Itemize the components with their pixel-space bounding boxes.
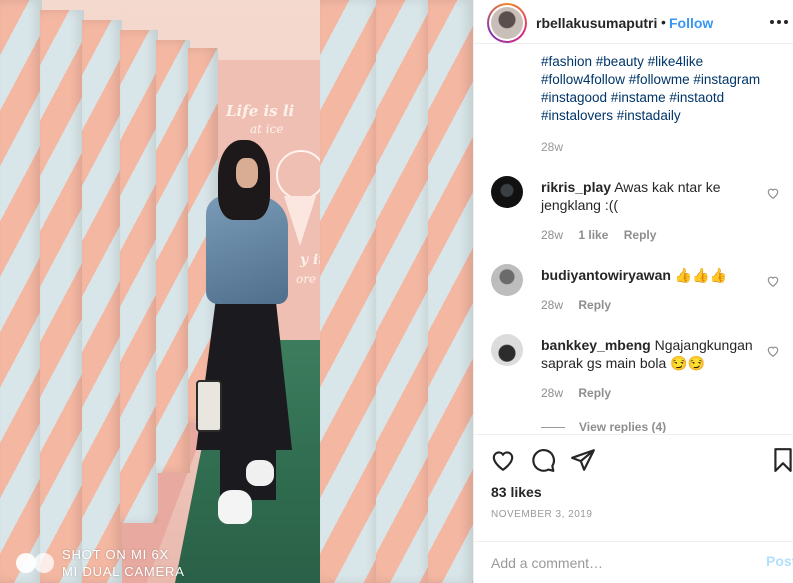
watermark-line: SHOT ON MI 6X [62,547,169,562]
striped-column [428,0,473,583]
commenter-avatar[interactable] [491,176,523,208]
avatar[interactable] [489,5,525,41]
striped-column [320,0,380,583]
striped-column [120,30,158,523]
caption-timestamp[interactable]: 28w [541,140,563,154]
reply-button[interactable]: Reply [578,298,611,312]
comment-timestamp[interactable]: 28w [541,386,563,400]
comment-timestamp[interactable]: 28w [541,298,563,312]
replies-divider [541,426,565,428]
post-photo[interactable]: Life is li at ice y it ore it SHOT ON MI… [0,0,473,583]
comment-like-icon[interactable] [766,274,780,288]
sneaker [218,490,252,524]
comment-meta: 28w 1 like Reply [541,228,668,242]
heart-icon[interactable] [490,447,516,473]
post-sidebar: rbellakusumaputri • Follow #fashion #bea… [473,0,793,583]
sneaker [246,460,274,486]
post-header: rbellakusumaputri • Follow [474,0,793,44]
wall-text: Life is li [226,102,295,120]
share-icon[interactable] [570,447,596,473]
commenter-avatar[interactable] [491,334,523,366]
hashtag-line[interactable]: #follow4follow #followme #instagram [541,71,781,89]
like-count[interactable]: 83 likes [491,484,542,500]
comment-like-icon[interactable] [766,186,780,200]
reply-button[interactable]: Reply [578,386,611,400]
person-face [236,158,258,188]
comment-likes[interactable]: 1 like [578,228,608,242]
comment-text: budiyantowiryawan 👍👍👍 [541,266,761,284]
commenter-avatar[interactable] [491,264,523,296]
add-comment-bar: Post [474,541,793,583]
caption-hashtags: #fashion #beauty #like4like #follow4foll… [541,53,781,125]
comment-meta: 28w Reply [541,298,623,312]
ice-cream-cone [284,196,316,246]
striped-column [82,20,122,583]
action-bar: 83 likes NOVEMBER 3, 2019 [474,434,793,541]
separator-dot: • [661,14,666,30]
camera-logo-icon [16,553,54,573]
comment-like-icon[interactable] [766,344,780,358]
striped-column [0,0,42,583]
comment-username[interactable]: bankkey_mbeng [541,337,651,353]
story-ring[interactable] [487,3,527,43]
striped-column [376,0,432,583]
comment-username[interactable]: rikris_play [541,179,611,195]
comment-username[interactable]: budiyantowiryawan [541,267,671,283]
comment-timestamp[interactable]: 28w [541,228,563,242]
striped-column [40,10,84,583]
follow-button[interactable]: Follow [669,15,713,31]
bookmark-icon[interactable] [770,447,793,473]
hashtag-line[interactable]: #fashion #beauty #like4like [541,53,781,71]
comment-text: rikris_play Awas kak ntar ke jengklang :… [541,178,761,214]
comment-input[interactable] [491,551,751,575]
ice-cream-scoop [276,150,326,200]
wall-text: at ice [250,122,284,136]
camera-watermark: SHOT ON MI 6X MI DUAL CAMERA [16,546,185,580]
more-options-icon[interactable] [769,12,789,32]
comment-icon[interactable] [530,447,556,473]
comments-list[interactable]: #fashion #beauty #like4like #follow4foll… [474,44,793,433]
handbag [196,380,222,432]
comment-body: 👍👍👍 [674,267,728,283]
post-date[interactable]: NOVEMBER 3, 2019 [491,509,592,520]
view-replies-label[interactable]: View replies (4) [579,420,666,433]
hashtag-line[interactable]: #instagood #instame #instaotd [541,89,781,107]
reply-button[interactable]: Reply [624,228,657,242]
hashtag-line[interactable]: #instalovers #instadaily [541,107,781,125]
striped-column [156,40,190,473]
comment-text: bankkey_mbeng Ngajangkungan saprak gs ma… [541,336,761,372]
comment-meta: 28w Reply [541,386,623,400]
watermark-line: MI DUAL CAMERA [62,564,185,579]
post-comment-button[interactable]: Post [766,553,793,569]
author-username[interactable]: rbellakusumaputri [536,15,657,31]
view-replies-button[interactable]: View replies (4) [541,420,666,433]
